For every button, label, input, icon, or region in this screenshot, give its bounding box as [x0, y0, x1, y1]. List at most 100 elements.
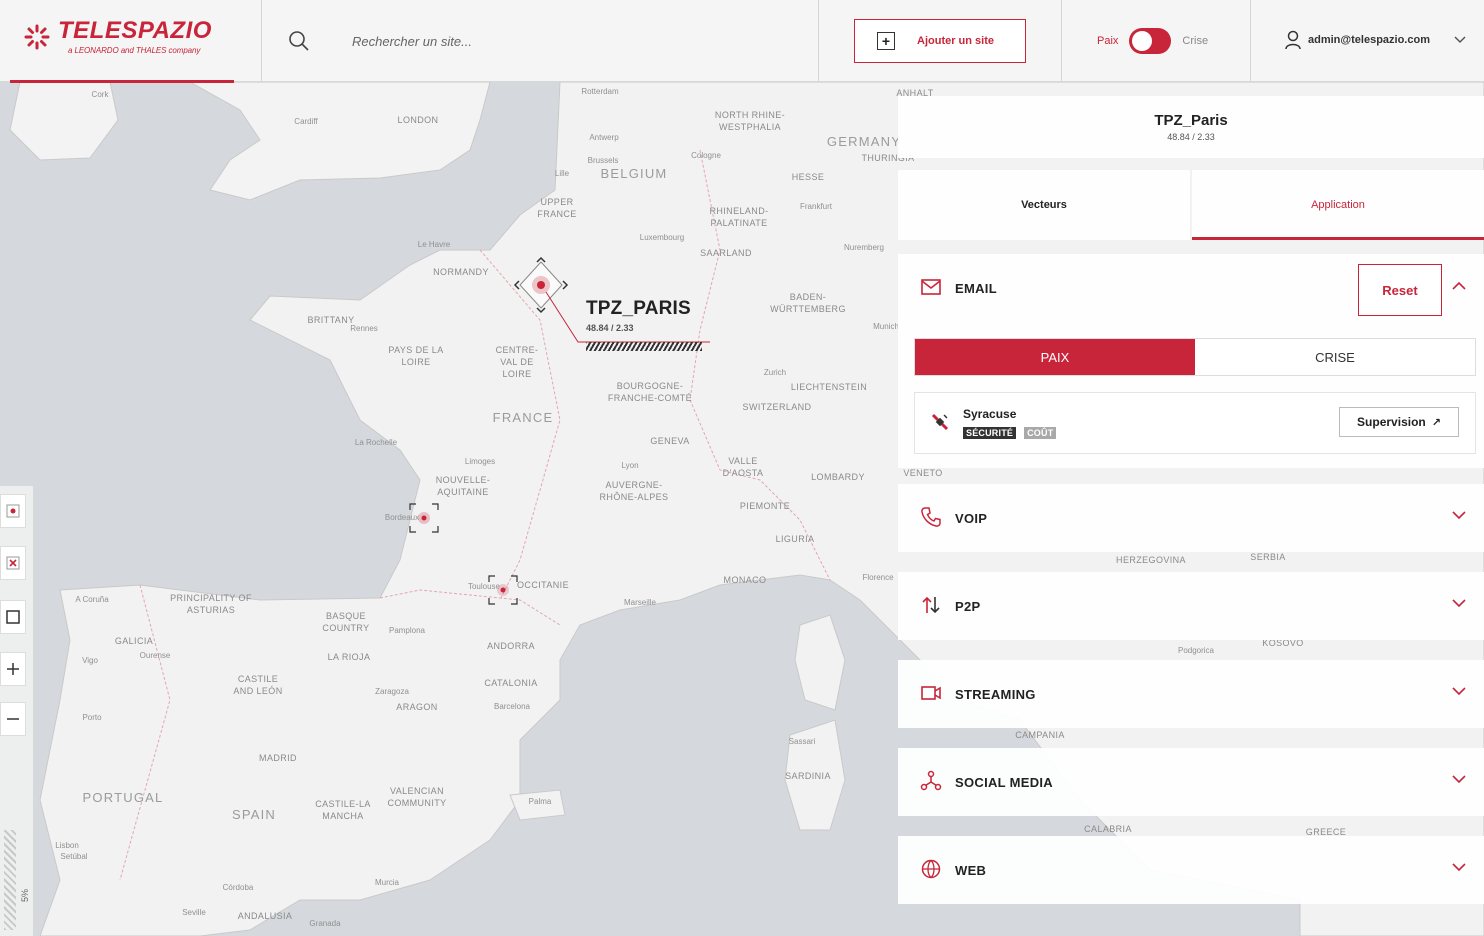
map-label: NORMANDY: [433, 267, 489, 277]
close-icon: [6, 556, 20, 570]
map-label: CASTILE AND LEÓN: [233, 674, 283, 696]
map-label: FRANCE: [492, 410, 554, 425]
supervision-button[interactable]: Supervision ↗: [1339, 407, 1459, 437]
chevron-down-icon[interactable]: [1452, 775, 1466, 784]
section-voip-header[interactable]: VOIP: [898, 484, 1484, 552]
switch-knob: [1132, 31, 1153, 51]
add-site-label: Ajouter un site: [917, 35, 995, 47]
map-label: Córdoba: [222, 883, 254, 892]
map-label: Luxembourg: [639, 233, 685, 242]
map-label: MADRID: [259, 753, 297, 763]
search-icon[interactable]: [288, 30, 310, 52]
map-label: NOUVELLE-AQUITAINE: [435, 475, 491, 497]
site-map-coords: 48.84 / 2.33: [586, 323, 634, 333]
reset-button[interactable]: Reset: [1358, 264, 1442, 316]
application-tags: SÉCURITÉ COÛT: [963, 427, 1057, 439]
mode-toggle: Paix Crise: [1097, 28, 1208, 54]
share-network-icon: [920, 770, 942, 791]
tag-securite: SÉCURITÉ: [963, 427, 1017, 439]
map-label: Seville: [182, 908, 206, 917]
mode-switch[interactable]: [1129, 28, 1172, 54]
target-tool-button[interactable]: [0, 494, 26, 528]
map-label: Florence: [862, 573, 894, 582]
section-email-title: EMAIL: [955, 281, 997, 296]
site-search-input[interactable]: [352, 26, 652, 56]
map-label: Sassari: [788, 737, 816, 746]
map-label: SWITZERLAND: [742, 402, 812, 412]
chevron-down-icon[interactable]: [1452, 687, 1466, 696]
map-label: CASTILE-LA MANCHA: [315, 799, 371, 821]
mode-peace-label: Paix: [1097, 35, 1119, 47]
map-label: Lille: [554, 169, 570, 178]
map-label: RHINELAND-PALATINATE: [709, 206, 769, 228]
chevron-down-icon[interactable]: [1452, 599, 1466, 608]
map-label: Bordeaux: [384, 513, 420, 522]
map-label: BADEN-WÜRTTEMBERG: [770, 292, 846, 314]
transfer-arrows-icon: [922, 596, 940, 614]
panel-tabs: Vecteurs Application: [898, 170, 1484, 240]
logo-area[interactable]: TELESPAZIO a LEONARDO and THALES company: [0, 0, 262, 83]
chevron-up-icon[interactable]: [1452, 281, 1466, 290]
section-voip-title: VOIP: [955, 511, 988, 526]
map-label: Murcia: [374, 878, 400, 887]
map-label: LIECHTENSTEIN: [790, 382, 868, 392]
brand-name: TELESPAZIO: [58, 17, 212, 44]
section-p2p: P2P: [898, 572, 1484, 640]
map-label: Ourense: [139, 651, 171, 660]
map-label: BRITTANY: [307, 315, 355, 325]
tab-vecteurs[interactable]: Vecteurs: [898, 170, 1190, 240]
globe-icon: [921, 859, 941, 879]
telespazio-logo-icon: [24, 24, 50, 50]
site-detail-panel: TPZ_Paris 48.84 / 2.33 Vecteurs Applicat…: [898, 96, 1484, 936]
map-label: ANDORRA: [487, 641, 535, 651]
map-label: Antwerp: [589, 133, 619, 142]
add-box-icon: +: [877, 32, 895, 50]
map-label: SARDINIA: [785, 771, 831, 781]
clear-tool-button[interactable]: [0, 546, 26, 580]
segment-crise[interactable]: CRISE: [1195, 339, 1475, 375]
tab-application[interactable]: Application: [1192, 170, 1484, 240]
section-web-header[interactable]: WEB: [898, 836, 1484, 904]
add-site-button[interactable]: + Ajouter un site: [854, 19, 1026, 63]
site-header: TPZ_Paris 48.84 / 2.33: [898, 96, 1484, 158]
section-voip: VOIP: [898, 484, 1484, 552]
zoom-out-button[interactable]: [0, 702, 26, 736]
section-streaming-header[interactable]: STREAMING: [898, 660, 1484, 728]
map-label: UPPER FRANCE: [537, 197, 577, 219]
select-area-tool-button[interactable]: [0, 600, 26, 634]
map-label: GENEVA: [650, 436, 690, 446]
map-label: GERMANY: [826, 134, 902, 149]
phone-icon: [921, 507, 941, 527]
mode-crisis-label: Crise: [1182, 35, 1209, 47]
chevron-down-icon[interactable]: [1452, 863, 1466, 872]
user-email[interactable]: admin@telespazio.com: [1308, 34, 1430, 46]
map-label: PRINCIPALITY OF ASTURIAS: [170, 593, 252, 615]
mode-segmented-control: PAIX CRISE: [914, 338, 1476, 376]
chevron-down-icon[interactable]: [1452, 511, 1466, 520]
map-label: Setúbal: [60, 852, 88, 861]
map-label: Barcelona: [493, 702, 531, 711]
map-label: Granada: [309, 919, 341, 928]
map-label: VALLE D'AOSTA: [722, 456, 764, 478]
map-label: Porto: [82, 713, 102, 722]
map-label: CATALONIA: [484, 678, 538, 688]
application-row: Syracuse SÉCURITÉ COÛT Supervision ↗: [914, 392, 1476, 454]
chevron-down-icon[interactable]: [1454, 36, 1466, 44]
map-label: Cardiff: [294, 117, 318, 126]
map-label: HESSE: [791, 172, 825, 182]
zoom-in-button[interactable]: [0, 652, 26, 686]
site-map-callout[interactable]: TPZ_PARIS 48.84 / 2.33: [586, 298, 702, 351]
map-label: SPAIN: [231, 807, 277, 822]
map-label: PIEMONTE: [739, 501, 791, 511]
minus-icon: [7, 718, 19, 720]
map-label: CENTRE-VAL DE LOIRE: [495, 345, 539, 379]
tag-cout: COÛT: [1024, 427, 1057, 439]
map-label: Palma: [528, 797, 552, 806]
map-label: OCCITANIE: [517, 580, 569, 590]
section-p2p-header[interactable]: P2P: [898, 572, 1484, 640]
map-label: NORTH RHINE-WESTPHALIA: [714, 110, 786, 132]
section-web-title: WEB: [955, 863, 987, 878]
section-social-media-header[interactable]: SOCIAL MEDIA: [898, 748, 1484, 816]
segment-paix[interactable]: PAIX: [915, 339, 1195, 375]
external-arrow-icon: ↗: [1431, 416, 1441, 429]
